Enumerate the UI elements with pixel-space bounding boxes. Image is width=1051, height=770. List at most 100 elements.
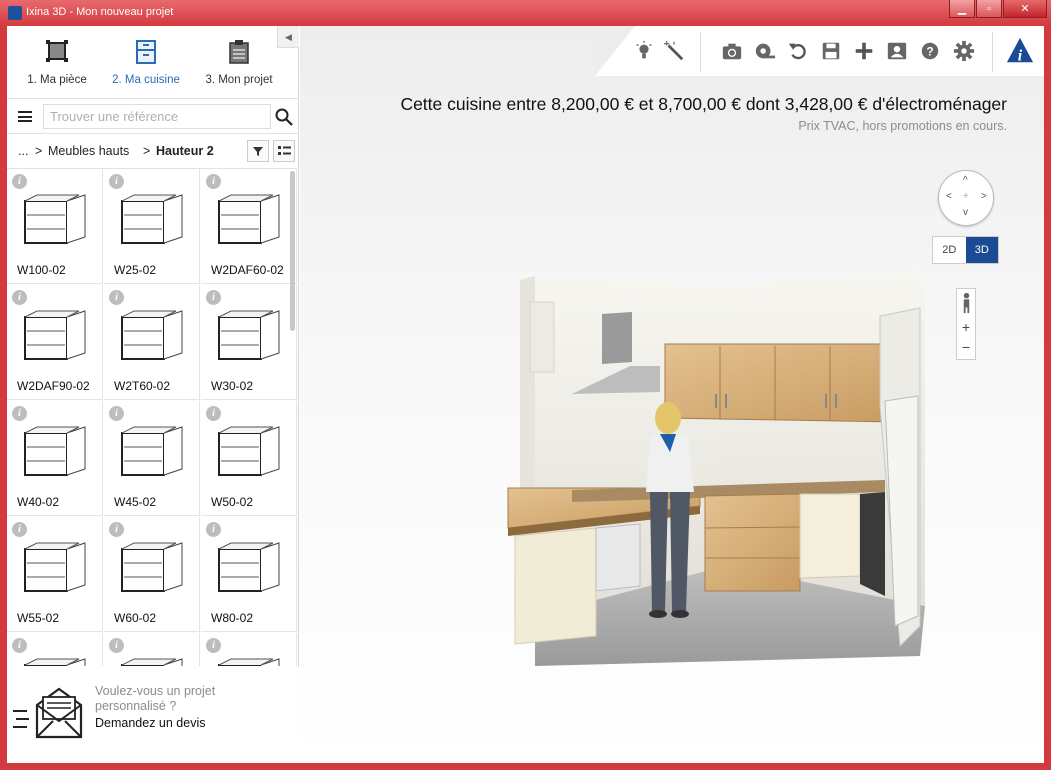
- zoom-out-button[interactable]: −: [957, 339, 975, 355]
- breadcrumb-meubles-hauts[interactable]: Meubles hauts: [48, 144, 129, 158]
- svg-text:i: i: [1018, 47, 1023, 64]
- client-area: 1. Ma pièce 2. Ma cuisine 3. Mon projet …: [7, 26, 1044, 763]
- minimize-button[interactable]: ▁: [949, 0, 975, 18]
- 3d-viewport[interactable]: ? i Cette cuisine entre 8,200,00 € et 8,…: [300, 26, 1044, 763]
- kitchen-3d-scene[interactable]: [500, 266, 940, 686]
- catalog-item-code: W55-02: [17, 611, 60, 625]
- wall-cabinet-thumbnail: [121, 194, 183, 244]
- wall-cabinet-thumbnail: [24, 194, 86, 244]
- main-toolbar: ? i: [595, 26, 1044, 76]
- catalog-scrollbar[interactable]: [290, 171, 295, 331]
- lightbulb-button[interactable]: [631, 38, 657, 64]
- magic-wand-button[interactable]: [661, 38, 687, 64]
- window-title: Ixina 3D - Mon nouveau projet: [26, 6, 174, 18]
- plus-icon: [855, 42, 873, 60]
- undo-icon: [788, 43, 806, 60]
- catalog-item-code: W30-02: [211, 379, 254, 393]
- pan-up-icon[interactable]: ^: [963, 175, 968, 186]
- camera-icon: [722, 43, 742, 60]
- lightbulb-icon: [636, 40, 652, 59]
- maximize-button[interactable]: ▫: [976, 0, 1002, 18]
- catalog-item[interactable]: i W2T60-02: [104, 285, 200, 400]
- catalog-item[interactable]: i W40-02: [7, 401, 103, 516]
- catalog-item[interactable]: i W25-02: [104, 169, 200, 284]
- person-view-icon[interactable]: [960, 292, 973, 314]
- breadcrumb-ellipsis[interactable]: ...: [18, 144, 28, 158]
- add-button[interactable]: [851, 38, 877, 64]
- gear-icon: [953, 40, 975, 62]
- catalog-item[interactable]: i W55-02: [7, 517, 103, 632]
- step-label: 2. Ma cuisine: [112, 74, 180, 86]
- filter-button[interactable]: [247, 140, 269, 162]
- camera-button[interactable]: [719, 38, 745, 64]
- settings-button[interactable]: [951, 38, 977, 64]
- user-card-icon: [887, 42, 907, 60]
- step-ma-piece[interactable]: 1. Ma pièce: [12, 40, 102, 86]
- app-window: Ixina 3D - Mon nouveau projet ▁ ▫ ✕ 1. M…: [0, 0, 1051, 770]
- catalog-item[interactable]: i W2DAF90-02: [7, 285, 103, 400]
- zoom-control: + −: [956, 288, 976, 360]
- breadcrumb-hauteur-2: Hauteur 2: [156, 144, 214, 158]
- list-view-button[interactable]: [273, 140, 295, 162]
- menu-icon[interactable]: [18, 111, 32, 122]
- wall-cabinet-thumbnail: [121, 310, 183, 360]
- quote-prompt-line2: personnalisé ?: [95, 699, 177, 713]
- catalog-item-code: W80-02: [211, 611, 254, 625]
- catalog-item[interactable]: i W80-02: [201, 517, 297, 632]
- measure-button[interactable]: [752, 38, 778, 64]
- breadcrumb: ... > Meubles hauts > Hauteur 2: [7, 138, 299, 166]
- price-summary: Cette cuisine entre 8,200,00 € et 8,700,…: [400, 94, 1007, 114]
- ixina-logo-icon: i: [1006, 37, 1034, 64]
- wall-cabinet-thumbnail: [121, 542, 183, 592]
- zoom-in-button[interactable]: +: [957, 319, 975, 335]
- catalog-item[interactable]: i W2DAF60-02: [201, 169, 297, 284]
- quote-cta-link[interactable]: Demandez un devis: [95, 716, 205, 730]
- orbit-control[interactable]: ^ v < > +: [938, 170, 994, 226]
- catalog-item[interactable]: i W100-02: [7, 169, 103, 284]
- price-note: Prix TVAC, hors promotions en cours.: [798, 119, 1007, 133]
- help-button[interactable]: ?: [917, 38, 943, 64]
- title-bar[interactable]: Ixina 3D - Mon nouveau projet ▁ ▫ ✕: [0, 0, 1051, 26]
- catalog-item-code: W100-02: [17, 263, 66, 277]
- collapse-sidebar-button[interactable]: ◀: [277, 26, 299, 48]
- wall-cabinet-thumbnail: [218, 310, 280, 360]
- view-2d-button[interactable]: 2D: [933, 237, 966, 263]
- undo-button[interactable]: [785, 38, 811, 64]
- view-3d-button[interactable]: 3D: [965, 237, 998, 263]
- breadcrumb-separator: >: [143, 144, 151, 158]
- search-icon[interactable]: [275, 108, 293, 126]
- wall-cabinet-thumbnail: [218, 658, 280, 666]
- svg-text:?: ?: [926, 45, 933, 59]
- magic-wand-icon: [663, 40, 684, 61]
- close-button[interactable]: ✕: [1003, 0, 1047, 18]
- save-button[interactable]: [818, 38, 844, 64]
- app-icon: [8, 6, 22, 20]
- pan-right-icon[interactable]: >: [981, 191, 987, 202]
- catalog-item[interactable]: i: [201, 633, 297, 666]
- catalog-item[interactable]: i: [7, 633, 103, 666]
- catalog-grid: i W100-02 i W25-02 i W2DAF60-02 i W2DAF90-02 i W2…: [7, 168, 297, 666]
- quote-prompt: Voulez-vous un projet personnalisé ?: [95, 684, 215, 714]
- ixina-logo-button[interactable]: i: [1005, 36, 1035, 66]
- search-input[interactable]: [43, 104, 271, 129]
- wall-cabinet-thumbnail: [24, 310, 86, 360]
- pan-left-icon[interactable]: <: [946, 191, 952, 202]
- quote-request[interactable]: Voulez-vous un projet personnalisé ? Dem…: [7, 667, 299, 763]
- chevron-left-icon: ◀: [285, 32, 292, 42]
- catalog-item[interactable]: i W50-02: [201, 401, 297, 516]
- pan-down-icon[interactable]: v: [963, 207, 968, 218]
- wall-cabinet-thumbnail: [121, 426, 183, 476]
- toolbar-edge: [595, 26, 635, 76]
- wall-cabinet-thumbnail: [121, 658, 183, 666]
- wall-cabinet-thumbnail: [24, 542, 86, 592]
- cabinet-icon: [136, 40, 156, 64]
- catalog-item[interactable]: i W45-02: [104, 401, 200, 516]
- account-button[interactable]: [884, 38, 910, 64]
- catalog-item-code: W40-02: [17, 495, 60, 509]
- help-icon: ?: [921, 42, 939, 60]
- catalog-item[interactable]: i W60-02: [104, 517, 200, 632]
- catalog-item[interactable]: i W30-02: [201, 285, 297, 400]
- catalog-item[interactable]: i: [104, 633, 200, 666]
- step-mon-projet[interactable]: 3. Mon projet: [194, 40, 284, 86]
- step-ma-cuisine[interactable]: 2. Ma cuisine: [101, 40, 191, 86]
